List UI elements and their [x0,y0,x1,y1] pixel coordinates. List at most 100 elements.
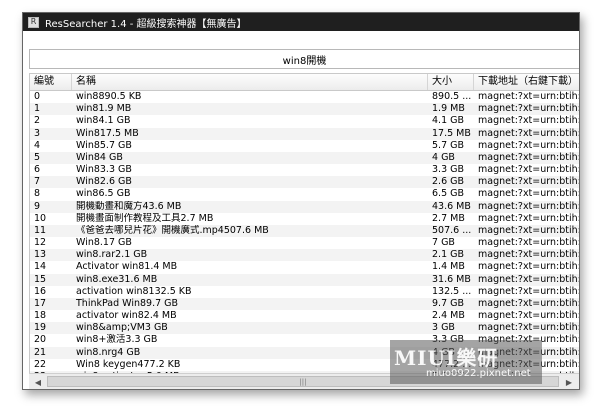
table-row[interactable]: 6 Win83.3 GB 3.3 GB magnet:?xt=urn:btih:23A… [30,164,579,176]
cell-index: 18 [34,310,47,322]
cell-name: win86.5 GB [76,188,131,200]
cell-magnet: magnet:?xt=urn:btih:4AFC80 [478,297,579,309]
app-icon: R [28,16,39,28]
cell-magnet: magnet:?xt=urn:btih:383E34 [478,285,579,297]
cell-size: 4 GB [432,346,455,358]
cell-magnet: magnet:?xt=urn:btih:890AAF [478,346,579,358]
cell-index: 3 [34,127,41,139]
table-row[interactable]: 19 win8&amp;VM3 GB 3 GB magnet:?xt=urn:btih… [30,322,579,335]
cell-magnet: magnet:?xt=urn:btih:1C69B6 [478,249,579,261]
horizontal-scrollbar[interactable]: ◀ ||| ▶ [29,373,579,389]
cell-index: 8 [34,188,41,200]
cell-size: 6.5 GB [432,188,465,200]
cell-magnet: magnet:?xt=urn:btih:04D598 [478,237,579,249]
cell-size: 7 GB [432,237,455,249]
table-row[interactable]: 1 win81.9 MB 1.9 MB magnet:?xt=urn:btih:D1A… [30,103,579,116]
table-row[interactable]: 21 win8.nrg4 GB 4 GB magnet:?xt=urn:btih:89… [30,346,579,359]
cell-size: 4 GB [432,151,455,163]
cell-size: 3.3 GB [432,334,465,346]
app-window: R ResSearcher 1.4 - 超級搜索神器【無廣告】 win8開機 編… [22,12,580,390]
table-row[interactable]: 15 win8.exe31.6 MB 31.6 MB magnet:?xt=urn:b… [30,273,579,286]
cell-magnet: magnet:?xt=urn:btih:C2F029 [478,224,579,236]
cell-magnet: magnet:?xt=urn:btih:D1AA7D [478,103,579,115]
table-row[interactable]: 18 activator win82.4 MB 2.4 MB magnet:?xt=u… [30,310,579,322]
cell-magnet: magnet:?xt=urn:btih:6D5AE9 [478,127,579,139]
cell-magnet: magnet:?xt=urn:btih:893D6E [478,358,579,370]
cell-size: 17.5 MB [432,127,471,139]
table-row[interactable]: 11 《爸爸去哪兒片花》開機廣式.mp4507.6 MB 507.6 ... magn… [30,224,579,238]
cell-size: 2.4 MB [432,310,465,322]
table-row[interactable]: 5 Win84 GB 4 GB magnet:?xt=urn:btih:8518F7 [30,151,579,165]
cell-size: 5.7 GB [432,139,465,151]
cell-index: 22 [34,358,47,370]
table-row[interactable]: 2 win84.1 GB 4.1 GB magnet:?xt=urn:btih:D3A… [30,115,579,127]
table-row[interactable]: 8 win86.5 GB 6.5 GB magnet:?xt=urn:btih:597… [30,188,579,200]
title-bar[interactable]: R ResSearcher 1.4 - 超級搜索神器【無廣告】 [23,13,579,31]
scroll-right-icon[interactable]: ▶ [561,375,577,389]
cell-index: 21 [34,346,47,358]
cell-name: 開機畫面制作教程及工具2.7 MB [76,212,214,224]
cell-magnet: magnet:?xt=urn:btih:8518F7 [478,151,579,163]
cell-name: win8890.5 KB [76,91,142,102]
cell-index: 0 [34,91,41,102]
scroll-left-icon[interactable]: ◀ [30,375,46,389]
cell-index: 19 [34,322,47,334]
cell-index: 13 [34,249,47,261]
cell-magnet: magnet:?xt=urn:btih:2C6F35 [478,261,579,273]
search-keyword-field[interactable]: win8開機 [29,49,579,69]
table-row[interactable]: 7 Win82.6 GB 2.6 GB magnet:?xt=urn:btih:A1E… [30,176,579,189]
column-header-name[interactable]: 名稱 [72,74,428,90]
table-row[interactable]: 9 開機動畫和魔方43.6 MB 43.6 MB magnet:?xt=urn:bti… [30,200,579,213]
cell-size: 3 GB [432,322,455,334]
table-row[interactable]: 3 Win817.5 MB 17.5 MB magnet:?xt=urn:btih:6… [30,127,579,140]
table-row[interactable]: 0 win8890.5 KB 890.5 ... magnet:?xt=urn:bti… [30,91,579,103]
cell-index: 1 [34,103,41,115]
cell-magnet: magnet:?xt=urn:btih:597A35 [478,188,579,200]
cell-index: 20 [34,334,47,346]
cell-magnet: magnet:?xt=urn:btih:3429A0 [478,139,579,151]
cell-index: 2 [34,115,41,127]
cell-name: Win84 GB [76,151,123,163]
table-row[interactable]: 13 win8.rar2.1 GB 2.1 GB magnet:?xt=urn:bti… [30,249,579,262]
cell-size: 4.1 GB [432,115,465,127]
table-row[interactable]: 12 Win8.17 GB 7 GB magnet:?xt=urn:btih:04D5… [30,237,579,249]
cell-name: Win8.17 GB [76,237,132,249]
cell-name: ThinkPad Win89.7 GB [76,297,179,309]
cell-size: 2.6 GB [432,176,465,188]
column-header-download[interactable]: 下載地址（右鍵下載） [474,74,579,90]
cell-index: 7 [34,176,41,188]
cell-index: 16 [34,285,47,297]
scroll-grip: ||| [299,377,307,386]
cell-name: win81.9 MB [76,103,132,115]
cell-name: activator win82.4 MB [76,310,177,322]
cell-size: 2.7 MB [432,212,465,224]
cell-magnet: magnet:?xt=urn:btih:67A865 [478,212,579,224]
table-row[interactable]: 22 Win8 keygen477.2 KB 477.2 ... magnet:?xt… [30,359,579,371]
table-row[interactable]: 10 開機畫面制作教程及工具2.7 MB 2.7 MB magnet:?xt=urn:… [30,213,579,225]
cell-name: win8&amp;VM3 GB [76,322,168,334]
cell-name: win8+激活3.3 GB [76,334,158,346]
cell-index: 12 [34,237,47,249]
cell-name: 《爸爸去哪兒片花》開機廣式.mp4507.6 MB [76,224,269,236]
table-row[interactable]: 16 activation win8132.5 KB 132.5 ... magnet… [30,286,579,298]
cell-magnet: magnet:?xt=urn:btih:568562 [478,334,579,346]
cell-magnet: magnet:?xt=urn:btih:97C96B [478,200,579,212]
column-header-index[interactable]: 編號 [30,74,72,90]
table-row[interactable]: 14 Activator win81.4 MB 1.4 MB magnet:?xt=u… [30,261,579,273]
cell-index: 17 [34,297,47,309]
cell-magnet: magnet:?xt=urn:btih:567750 [478,322,579,334]
table-row[interactable]: 20 win8+激活3.3 GB 3.3 GB magnet:?xt=urn:btih… [30,334,579,346]
cell-magnet: magnet:?xt=urn:btih:A1E5D4 [478,176,579,188]
table-row[interactable]: 4 Win85.7 GB 5.7 GB magnet:?xt=urn:btih:342… [30,140,579,152]
table-row[interactable]: 17 ThinkPad Win89.7 GB 9.7 GB magnet:?xt=ur… [30,297,579,311]
scroll-thumb[interactable]: ||| [47,376,559,387]
cell-size: 31.6 MB [432,273,471,285]
cell-size: 9.7 GB [432,297,465,309]
cell-size: 132.5 ... [432,285,472,297]
results-table: 編號 名稱 大小 下載地址（右鍵下載） 0 win8890.5 KB 890.5 .… [29,73,579,373]
column-header-size[interactable]: 大小 [428,74,474,90]
cell-name: Win82.6 GB [76,176,132,188]
cell-name: activation win8132.5 KB [76,285,192,297]
cell-size: 1.4 MB [432,261,465,273]
cell-index: 15 [34,273,47,285]
